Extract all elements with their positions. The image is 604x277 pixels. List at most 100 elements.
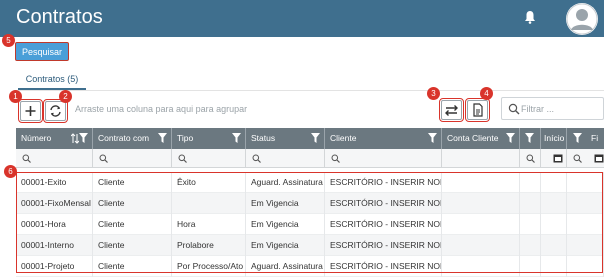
column-header-label: Status (251, 133, 276, 143)
filter-funnel-icon[interactable] (428, 133, 437, 143)
table-cell-empty (520, 256, 541, 277)
filter-cell-inicio[interactable] (541, 149, 567, 168)
filter-cell-cliente[interactable] (325, 149, 442, 168)
table-cell: ESCRITÓRIO - INSERIR NOME (325, 193, 442, 214)
table-cell: ESCRITÓRIO - INSERIR NOME (325, 235, 442, 256)
filter-cell-contrato-com[interactable] (93, 149, 172, 168)
plus-icon (25, 106, 36, 116)
table-cell-empty (567, 193, 604, 214)
bell-icon[interactable] (524, 10, 536, 24)
filter-cell-tipo[interactable] (172, 149, 246, 168)
filter-funnel-icon[interactable] (573, 133, 582, 143)
page-title: Contratos (16, 6, 103, 28)
column-header-status[interactable]: Status (246, 128, 325, 149)
table-cell-empty (442, 172, 520, 193)
table-cell-empty (541, 235, 567, 256)
table-cell-empty (567, 256, 604, 277)
annotation-badge-1: 1 (9, 90, 22, 103)
search-icon (22, 154, 31, 163)
table-cell-empty (442, 214, 520, 235)
column-header-unnamed[interactable] (520, 128, 541, 149)
table-cell: Aguard. Assinatura (246, 172, 325, 193)
column-header-tipo[interactable]: Tipo (172, 128, 246, 149)
table-cell: Em Vigencia (246, 214, 325, 235)
filter-cell-fim[interactable] (567, 149, 604, 168)
export-button[interactable] (465, 98, 490, 122)
tab-contratos[interactable]: Contratos (5) (18, 70, 86, 90)
column-header-label: Cliente (330, 133, 357, 143)
column-header-fim[interactable]: Fi (567, 128, 604, 149)
swap-arrows-icon (445, 105, 458, 116)
table-cell-empty (541, 193, 567, 214)
group-by-hint: Arraste uma coluna para aqui para agrupa… (75, 104, 248, 114)
table-cell: Aguard. Assinatura (246, 256, 325, 277)
column-header-label: Início (544, 133, 565, 143)
calendar-icon[interactable] (553, 153, 563, 163)
filter-funnel-icon[interactable] (506, 133, 515, 143)
search-icon (252, 154, 261, 163)
table-cell (172, 193, 246, 214)
filter-placeholder: Filtrar ... (521, 104, 554, 114)
table-cell: 00001-Exito (16, 172, 93, 193)
table-cell: 00001-Projeto (16, 256, 93, 277)
table-cell-empty (442, 193, 520, 214)
filter-funnel-icon[interactable] (79, 133, 88, 143)
filter-cell-numero[interactable] (16, 149, 93, 168)
table-cell: Cliente (93, 256, 172, 277)
table-cell: ESCRITÓRIO - INSERIR NOME (325, 214, 442, 235)
annotation-badge-2: 2 (59, 90, 72, 103)
table-cell: Hora (172, 214, 246, 235)
search-icon (526, 154, 535, 163)
table-cell-empty (520, 172, 541, 193)
column-header-inicio[interactable]: Início (541, 128, 567, 149)
table-cell: Por Processo/Ato (172, 256, 246, 277)
filter-cell-conta-cliente[interactable] (442, 149, 520, 168)
table-cell-empty (567, 172, 604, 193)
table-cell: 00001-Interno (16, 235, 93, 256)
table-cell: Prolabore (172, 235, 246, 256)
table-cell-empty (541, 256, 567, 277)
column-header-conta-cliente[interactable]: Conta Cliente (442, 128, 520, 149)
table-cell: Em Vigencia (246, 193, 325, 214)
table-cell-empty (520, 235, 541, 256)
refresh-button[interactable] (43, 99, 68, 123)
column-header-label: Conta Cliente (447, 133, 499, 143)
column-header-numero[interactable]: Número (16, 128, 93, 149)
table-cell-empty (442, 256, 520, 277)
search-icon (508, 103, 520, 115)
table-cell-empty (541, 172, 567, 193)
table-cell: ESCRITÓRIO - INSERIR NOME (325, 172, 442, 193)
column-header-label: Número (21, 133, 52, 143)
table-cell-empty (520, 214, 541, 235)
add-button[interactable] (18, 99, 43, 123)
filter-cell-status[interactable] (246, 149, 325, 168)
swap-columns-button[interactable] (439, 98, 464, 122)
table-cell-empty (567, 214, 604, 235)
search-icon (331, 154, 340, 163)
filter-cell-unnamed[interactable] (520, 149, 541, 168)
table-cell: Em Vigencia (246, 235, 325, 256)
search-icon (99, 154, 108, 163)
calendar-icon[interactable] (594, 153, 604, 163)
annotation-badge-5: 5 (2, 34, 15, 47)
filter-funnel-icon[interactable] (311, 133, 320, 143)
search-button[interactable]: Pesquisar (15, 42, 69, 61)
column-header-contrato-com[interactable]: Contrato com (93, 128, 172, 149)
annotation-badge-6: 6 (4, 165, 17, 178)
filter-funnel-icon[interactable] (232, 133, 241, 143)
table-cell-empty (567, 235, 604, 256)
table-cell-empty (520, 193, 541, 214)
table-cell: Cliente (93, 172, 172, 193)
sort-icon[interactable] (71, 133, 79, 144)
annotation-badge-3: 3 (427, 87, 440, 100)
column-header-cliente[interactable]: Cliente (325, 128, 442, 149)
column-header-label: Contrato com (98, 133, 150, 143)
column-header-label: Tipo (177, 133, 194, 143)
tab-divider (14, 90, 604, 91)
filter-funnel-icon[interactable] (525, 133, 534, 143)
filter-funnel-icon[interactable] (158, 133, 167, 143)
table-cell: ESCRITÓRIO - INSERIR NOME (325, 256, 442, 277)
table-cell: Cliente (93, 193, 172, 214)
annotation-badge-4: 4 (480, 87, 493, 100)
user-avatar-icon[interactable] (566, 3, 598, 35)
